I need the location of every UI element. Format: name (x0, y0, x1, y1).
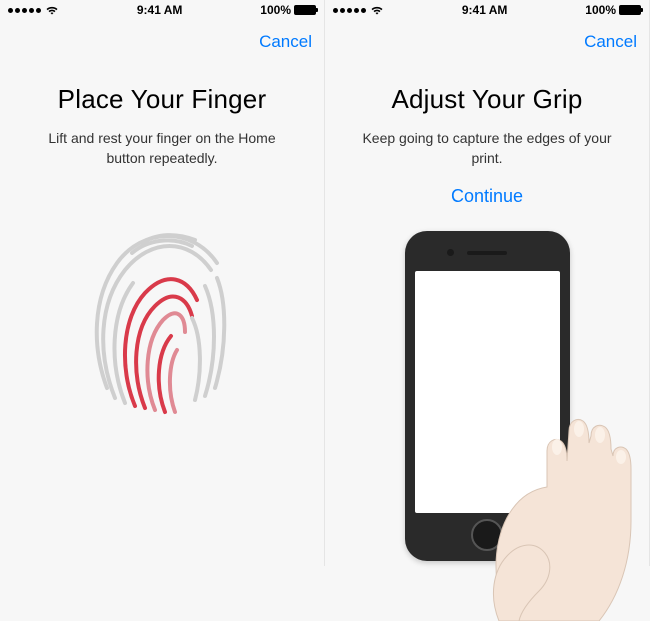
fingerprint-illustration (20, 208, 304, 428)
status-time: 9:41 AM (137, 3, 183, 17)
status-right: 100% (585, 3, 641, 17)
wifi-icon (45, 3, 59, 18)
page-subtitle: Lift and rest your finger on the Home bu… (20, 129, 304, 168)
status-left (333, 3, 384, 18)
signal-strength-icon (333, 8, 366, 13)
phone-illustration (345, 231, 629, 561)
battery-percent: 100% (585, 3, 616, 17)
iphone-body (405, 231, 570, 561)
battery-icon (619, 5, 641, 15)
page-subtitle: Keep going to capture the edges of your … (345, 129, 629, 168)
iphone-screen (415, 271, 560, 513)
page-title: Adjust Your Grip (345, 84, 629, 115)
touchid-setup-step2: 9:41 AM 100% Cancel Adjust Your Grip Kee… (325, 0, 650, 566)
status-time: 9:41 AM (462, 3, 508, 17)
page-title: Place Your Finger (20, 84, 304, 115)
cancel-button[interactable]: Cancel (584, 32, 637, 52)
nav-bar: Cancel (325, 20, 649, 64)
wifi-icon (370, 3, 384, 18)
iphone-speaker-icon (467, 251, 507, 255)
continue-button[interactable]: Continue (451, 186, 523, 207)
nav-bar: Cancel (0, 20, 324, 64)
fingerprint-icon (77, 208, 247, 428)
status-bar: 9:41 AM 100% (0, 0, 324, 20)
cancel-button[interactable]: Cancel (259, 32, 312, 52)
status-right: 100% (260, 3, 316, 17)
iphone-camera-icon (447, 249, 454, 256)
content-area: Place Your Finger Lift and rest your fin… (0, 64, 324, 428)
touchid-setup-step1: 9:41 AM 100% Cancel Place Your Finger Li… (0, 0, 325, 566)
content-area: Adjust Your Grip Keep going to capture t… (325, 64, 649, 561)
battery-icon (294, 5, 316, 15)
status-bar: 9:41 AM 100% (325, 0, 649, 20)
battery-percent: 100% (260, 3, 291, 17)
iphone-home-button-icon (471, 519, 503, 551)
signal-strength-icon (8, 8, 41, 13)
status-left (8, 3, 59, 18)
